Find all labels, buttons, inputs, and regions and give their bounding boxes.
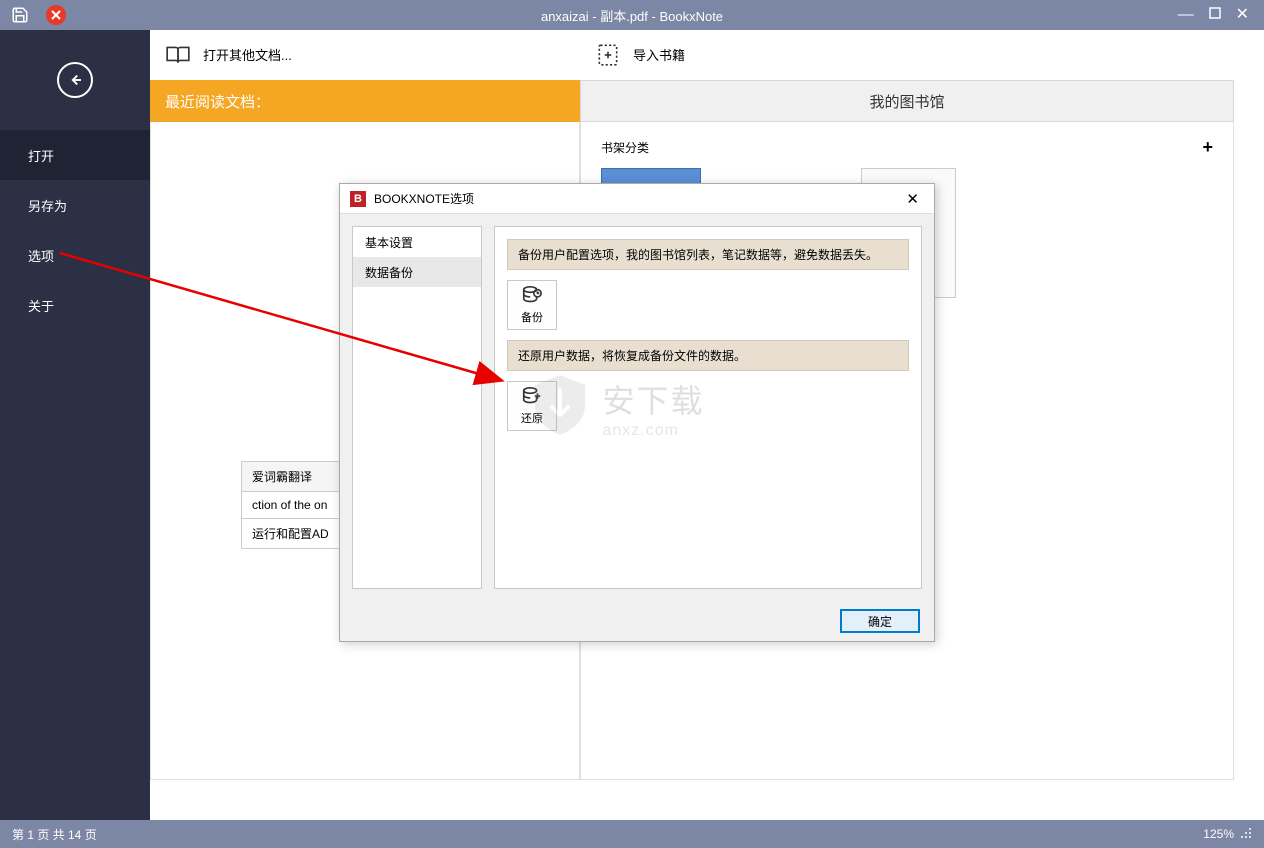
back-button[interactable] bbox=[0, 30, 150, 130]
recent-docs-header: 最近阅读文档： bbox=[150, 80, 580, 122]
sidebar-item-label: 打开 bbox=[28, 146, 54, 165]
titlebar: anxaizai - 副本.pdf - BookxNote — ✕ bbox=[0, 0, 1264, 30]
shelf-category-label: 书架分类 bbox=[601, 139, 1202, 156]
restore-info: 还原用户数据，将恢复成备份文件的数据。 bbox=[507, 340, 909, 371]
minimize-button[interactable]: — bbox=[1178, 7, 1194, 23]
options-dialog: B BOOKXNOTE选项 ✕ 基本设置 数据备份 备份用户配置选项，我的图书馆… bbox=[339, 183, 935, 642]
snippet-cell: ction of the on bbox=[241, 491, 340, 519]
window-title: anxaizai - 副本.pdf - BookxNote bbox=[541, 6, 723, 25]
restore-button-label: 还原 bbox=[521, 410, 543, 426]
ok-button[interactable]: 确定 bbox=[840, 609, 920, 633]
sidebar: 打开 另存为 选项 关于 bbox=[0, 30, 150, 820]
book-open-icon bbox=[165, 44, 191, 66]
import-books[interactable]: 导入书籍 bbox=[580, 30, 1234, 80]
dialog-title: BOOKXNOTE选项 bbox=[374, 190, 901, 207]
dialog-close-button[interactable]: ✕ bbox=[901, 190, 924, 208]
open-other-doc[interactable]: 打开其他文档... bbox=[150, 30, 580, 80]
import-book-icon bbox=[595, 42, 621, 68]
snippet-cell: 爱词霸翻译 bbox=[241, 461, 340, 492]
sidebar-item-label: 关于 bbox=[28, 296, 54, 315]
backup-info: 备份用户配置选项，我的图书馆列表，笔记数据等，避免数据丢失。 bbox=[507, 239, 909, 270]
page-indicator: 第 1 页 共 14 页 bbox=[12, 826, 97, 843]
resize-grip-icon[interactable] bbox=[1240, 827, 1252, 842]
add-shelf-button[interactable]: + bbox=[1202, 137, 1213, 158]
sidebar-item-options[interactable]: 选项 bbox=[0, 230, 150, 280]
database-restore-icon bbox=[521, 386, 543, 408]
library-header: 我的图书馆 bbox=[580, 80, 1234, 122]
close-button[interactable]: ✕ bbox=[1236, 7, 1249, 23]
save-icon[interactable] bbox=[10, 5, 30, 25]
sidebar-item-about[interactable]: 关于 bbox=[0, 280, 150, 330]
zoom-level: 125% bbox=[1203, 827, 1234, 841]
import-books-label: 导入书籍 bbox=[633, 45, 685, 64]
restore-button[interactable]: 还原 bbox=[507, 381, 557, 431]
app-logo-icon: B bbox=[350, 191, 366, 207]
sidebar-item-label: 选项 bbox=[28, 246, 54, 265]
dialog-nav: 基本设置 数据备份 bbox=[352, 226, 482, 589]
nav-basic-settings[interactable]: 基本设置 bbox=[353, 227, 481, 257]
sidebar-item-open[interactable]: 打开 bbox=[0, 130, 150, 180]
sidebar-item-saveas[interactable]: 另存为 bbox=[0, 180, 150, 230]
sidebar-item-label: 另存为 bbox=[28, 196, 67, 215]
nav-data-backup[interactable]: 数据备份 bbox=[353, 257, 481, 287]
maximize-button[interactable] bbox=[1209, 7, 1221, 23]
close-document-icon[interactable] bbox=[46, 5, 66, 25]
backup-button-label: 备份 bbox=[521, 309, 543, 325]
database-backup-icon bbox=[521, 285, 543, 307]
backup-button[interactable]: 备份 bbox=[507, 280, 557, 330]
statusbar: 第 1 页 共 14 页 125% bbox=[0, 820, 1264, 848]
open-other-label: 打开其他文档... bbox=[203, 45, 292, 64]
snippet-cell: 运行和配置AD bbox=[241, 518, 340, 549]
